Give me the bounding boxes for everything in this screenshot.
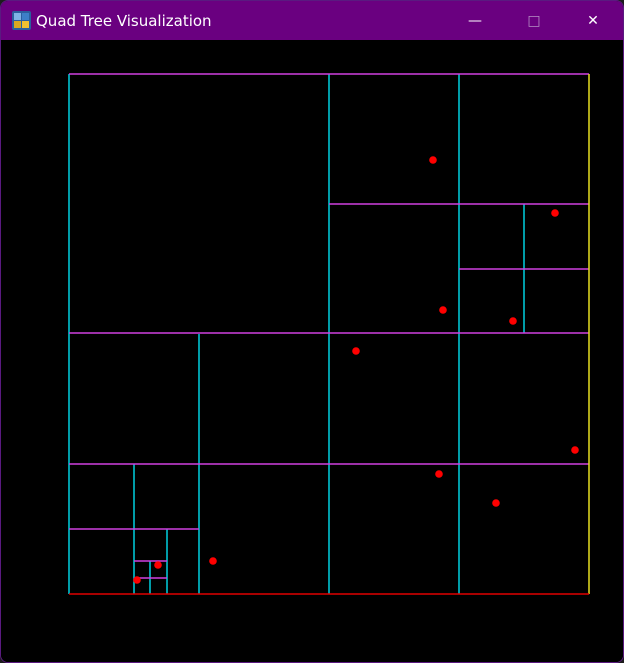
data-point bbox=[209, 557, 217, 565]
maximize-icon: □ bbox=[527, 12, 541, 29]
data-point bbox=[154, 561, 162, 569]
data-point bbox=[509, 317, 517, 325]
close-icon: ✕ bbox=[587, 12, 599, 29]
data-point bbox=[435, 470, 443, 478]
python-icon bbox=[12, 11, 31, 30]
title-bar[interactable]: Quad Tree Visualization — □ ✕ bbox=[1, 1, 623, 40]
data-point bbox=[429, 156, 437, 164]
quadtree-lines bbox=[68, 73, 590, 595]
minimize-button[interactable]: — bbox=[446, 1, 504, 40]
data-point bbox=[551, 209, 559, 217]
data-point bbox=[439, 306, 447, 314]
window-title: Quad Tree Visualization bbox=[36, 12, 212, 30]
maximize-button[interactable]: □ bbox=[505, 1, 563, 40]
data-point bbox=[571, 446, 579, 454]
app-window: Quad Tree Visualization — □ ✕ bbox=[0, 0, 624, 663]
close-button[interactable]: ✕ bbox=[564, 1, 622, 40]
data-point bbox=[133, 576, 141, 584]
minimize-icon: — bbox=[468, 12, 482, 29]
data-point bbox=[492, 499, 500, 507]
data-point bbox=[352, 347, 360, 355]
quadtree-points bbox=[133, 156, 579, 584]
quadtree-canvas bbox=[1, 40, 623, 662]
